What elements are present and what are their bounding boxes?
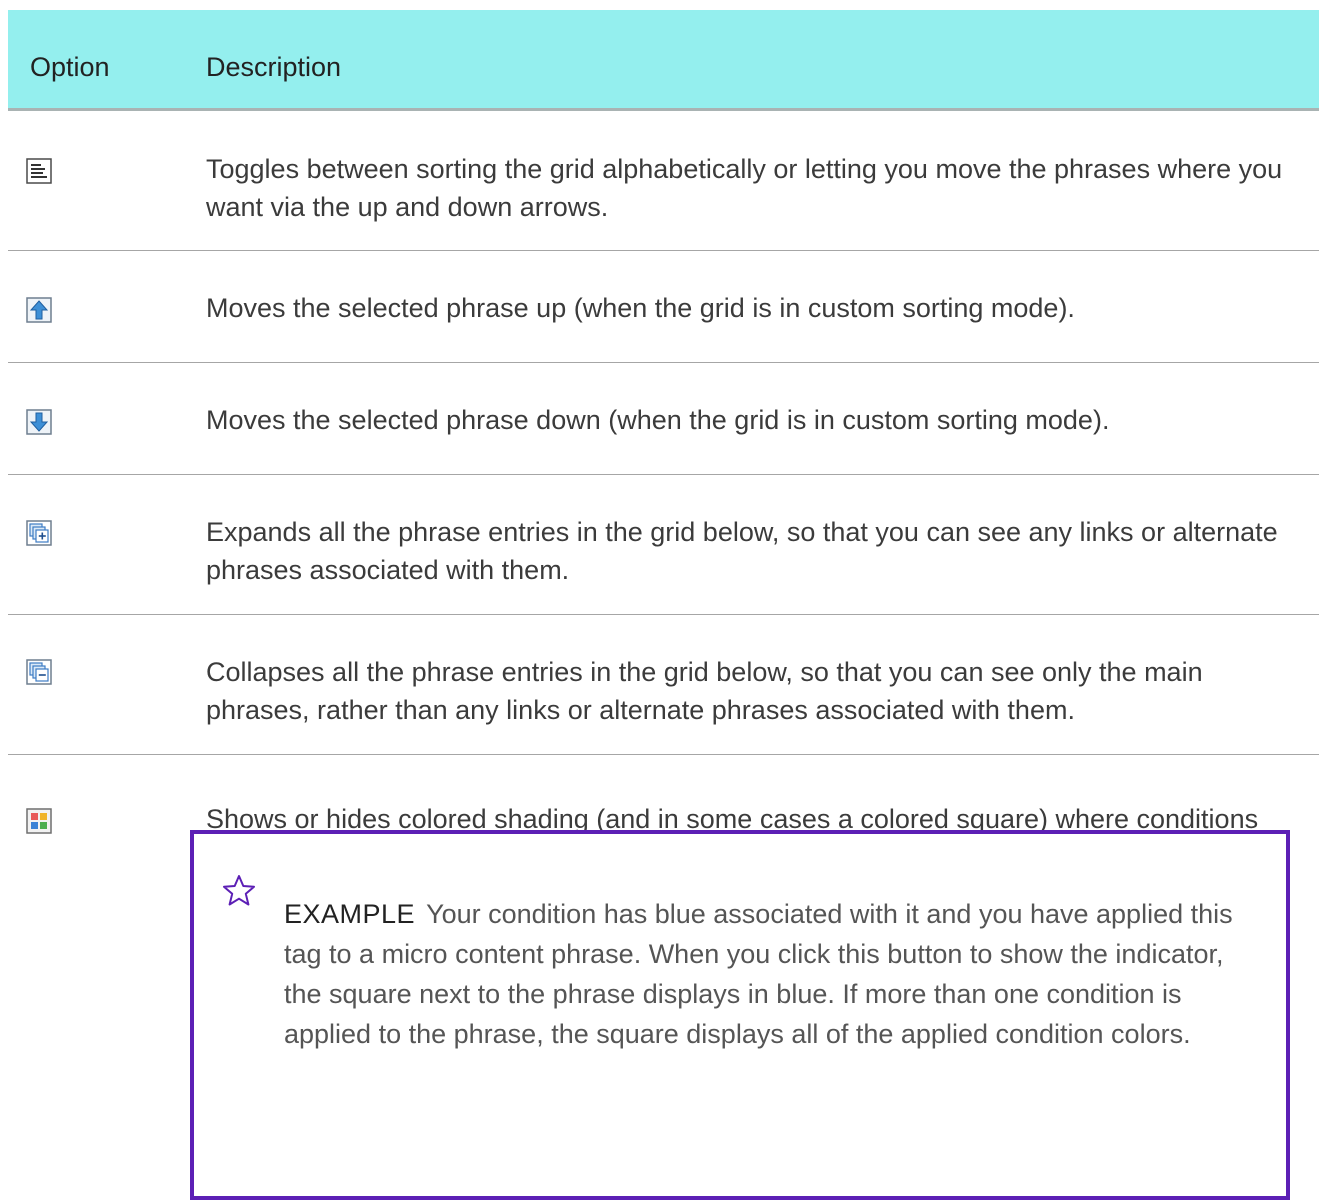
star-outline-icon <box>222 874 256 908</box>
row-description: Moves the selected phrase down (when the… <box>206 405 1110 435</box>
row-description: Toggles between sorting the grid alphabe… <box>206 154 1283 222</box>
table-header: Option Description <box>8 10 1319 111</box>
table-row: Moves the selected phrase down (when the… <box>8 363 1319 475</box>
sort-lines-icon <box>26 158 52 184</box>
condition-indicator-icon <box>26 808 52 834</box>
row-description: Collapses all the phrase entries in the … <box>206 657 1203 725</box>
table-row: Moves the selected phrase up (when the g… <box>8 251 1319 363</box>
table-row: Toggles between sorting the grid alphabe… <box>8 111 1319 251</box>
row-description: Expands all the phrase entries in the gr… <box>206 517 1278 585</box>
example-body: Your condition has blue associated with … <box>284 899 1233 1049</box>
collapse-all-icon <box>26 659 52 685</box>
example-callout: EXAMPLE Your condition has blue associat… <box>190 830 1290 1200</box>
example-text: EXAMPLE Your condition has blue associat… <box>284 894 1264 1054</box>
header-option: Option <box>30 52 110 82</box>
table-row: Collapses all the phrase entries in the … <box>8 615 1319 755</box>
example-label: EXAMPLE <box>284 899 416 929</box>
move-down-arrow-icon <box>26 409 52 435</box>
expand-all-icon <box>26 520 52 546</box>
row-description: Moves the selected phrase up (when the g… <box>206 293 1075 323</box>
header-description: Description <box>206 52 342 82</box>
move-up-arrow-icon <box>26 297 52 323</box>
table-row: Expands all the phrase entries in the gr… <box>8 475 1319 615</box>
